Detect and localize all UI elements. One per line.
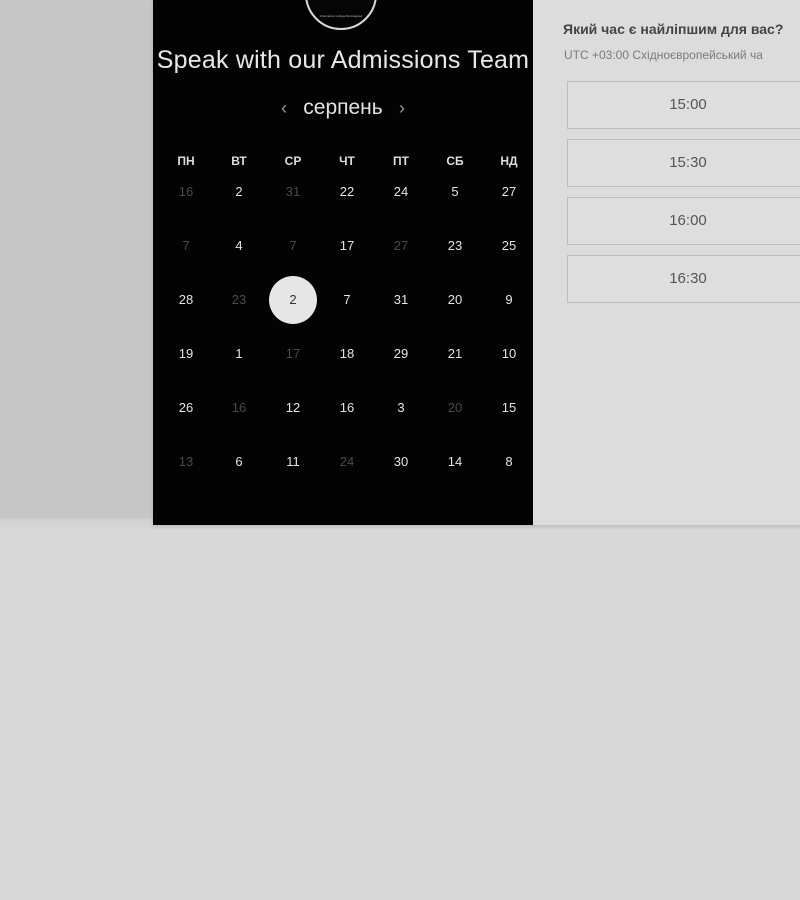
calendar-day: 13 xyxy=(178,454,194,469)
time-slot-button[interactable]: 15:30 xyxy=(567,139,800,187)
calendar-day[interactable]: 24 xyxy=(377,168,425,216)
calendar-day[interactable]: 16 xyxy=(323,384,371,432)
calendar-day[interactable]: 5 xyxy=(431,168,479,216)
calendar-day: 23 xyxy=(231,292,247,307)
calendar-day[interactable]: 9 xyxy=(485,276,533,324)
calendar-day[interactable]: 31 xyxy=(377,276,425,324)
calendar-day[interactable]: 29 xyxy=(377,330,425,378)
time-panel: Який час є найліпшим для вас? UTC +03:00… xyxy=(533,0,800,525)
calendar-day[interactable]: 4 xyxy=(215,222,263,270)
calendar-day: 7 xyxy=(182,238,190,253)
calendar-day[interactable]: 27 xyxy=(485,168,533,216)
calendar-day[interactable]: 10 xyxy=(485,330,533,378)
time-slot-label: 15:00 xyxy=(669,96,707,113)
calendar-day[interactable]: 26 xyxy=(162,384,210,432)
college-logo: Visionaries College Reimagined xyxy=(305,0,377,30)
time-slot-label: 16:00 xyxy=(669,212,707,229)
calendar-day[interactable]: 28 xyxy=(162,276,210,324)
calendar-day: 27 xyxy=(393,238,409,253)
calendar-day[interactable]: 6 xyxy=(215,438,263,486)
calendar-day[interactable]: 2 xyxy=(215,168,263,216)
logo-text: Visionaries College Reimagined xyxy=(319,14,363,18)
calendar-day[interactable]: 8 xyxy=(485,438,533,486)
calendar-day[interactable]: 21 xyxy=(431,330,479,378)
chevron-right-icon[interactable]: › xyxy=(394,98,410,118)
calendar-day[interactable]: 17 xyxy=(323,222,371,270)
weekday-label: ПТ xyxy=(393,154,409,168)
weekday-label: ПН xyxy=(177,154,195,168)
calendar-day: 31 xyxy=(285,184,301,199)
chevron-left-icon[interactable]: ‹ xyxy=(276,98,292,118)
calendar-day: 7 xyxy=(289,238,297,253)
calendar-day[interactable]: 12 xyxy=(269,384,317,432)
calendar-day[interactable]: 1 xyxy=(215,330,263,378)
calendar-day[interactable]: 7 xyxy=(323,276,371,324)
calendar-day[interactable]: 3 xyxy=(377,384,425,432)
time-slot-button[interactable]: 16:00 xyxy=(567,197,800,245)
calendar-day: 16 xyxy=(231,400,247,415)
calendar-day[interactable]: 15 xyxy=(485,384,533,432)
calendar-day[interactable]: 25 xyxy=(485,222,533,270)
calendar-day[interactable]: 22 xyxy=(323,168,371,216)
calendar-day: 17 xyxy=(285,346,301,361)
month-navigation: ‹ серпень › xyxy=(153,94,533,124)
calendar-day[interactable]: 23 xyxy=(431,222,479,270)
booking-title: Speak with our Admissions Team xyxy=(156,46,530,74)
time-slot-button[interactable]: 16:30 xyxy=(567,255,800,303)
weekday-label: НД xyxy=(500,154,518,168)
calendar-day[interactable]: 30 xyxy=(377,438,425,486)
month-label: серпень xyxy=(303,96,383,119)
time-slot-label: 16:30 xyxy=(669,270,707,287)
weekday-label: СБ xyxy=(446,154,464,168)
calendar-day[interactable]: 14 xyxy=(431,438,479,486)
calendar-day: 24 xyxy=(339,454,355,469)
weekday-label: ВТ xyxy=(231,154,247,168)
calendar-panel: Visionaries College Reimagined Speak wit… xyxy=(153,0,533,525)
calendar-day[interactable]: 18 xyxy=(323,330,371,378)
time-slot-label: 15:30 xyxy=(669,154,707,171)
calendar-day[interactable]: 20 xyxy=(431,276,479,324)
booking-widget: Visionaries College Reimagined Speak wit… xyxy=(153,0,800,525)
time-panel-title: Який час є найліпшим для вас? xyxy=(563,21,784,37)
calendar-day-selected[interactable]: 2 xyxy=(269,276,317,324)
timezone-label: UTC +03:00 Східноєвропейський ча xyxy=(564,48,763,62)
calendar-day: 20 xyxy=(447,400,463,415)
weekday-label: СР xyxy=(284,154,302,168)
time-slot-button[interactable]: 15:00 xyxy=(567,81,800,129)
calendar-day[interactable]: 19 xyxy=(162,330,210,378)
weekday-label: ЧТ xyxy=(339,154,355,168)
calendar-day: 16 xyxy=(178,184,194,199)
calendar-day[interactable]: 11 xyxy=(269,438,317,486)
